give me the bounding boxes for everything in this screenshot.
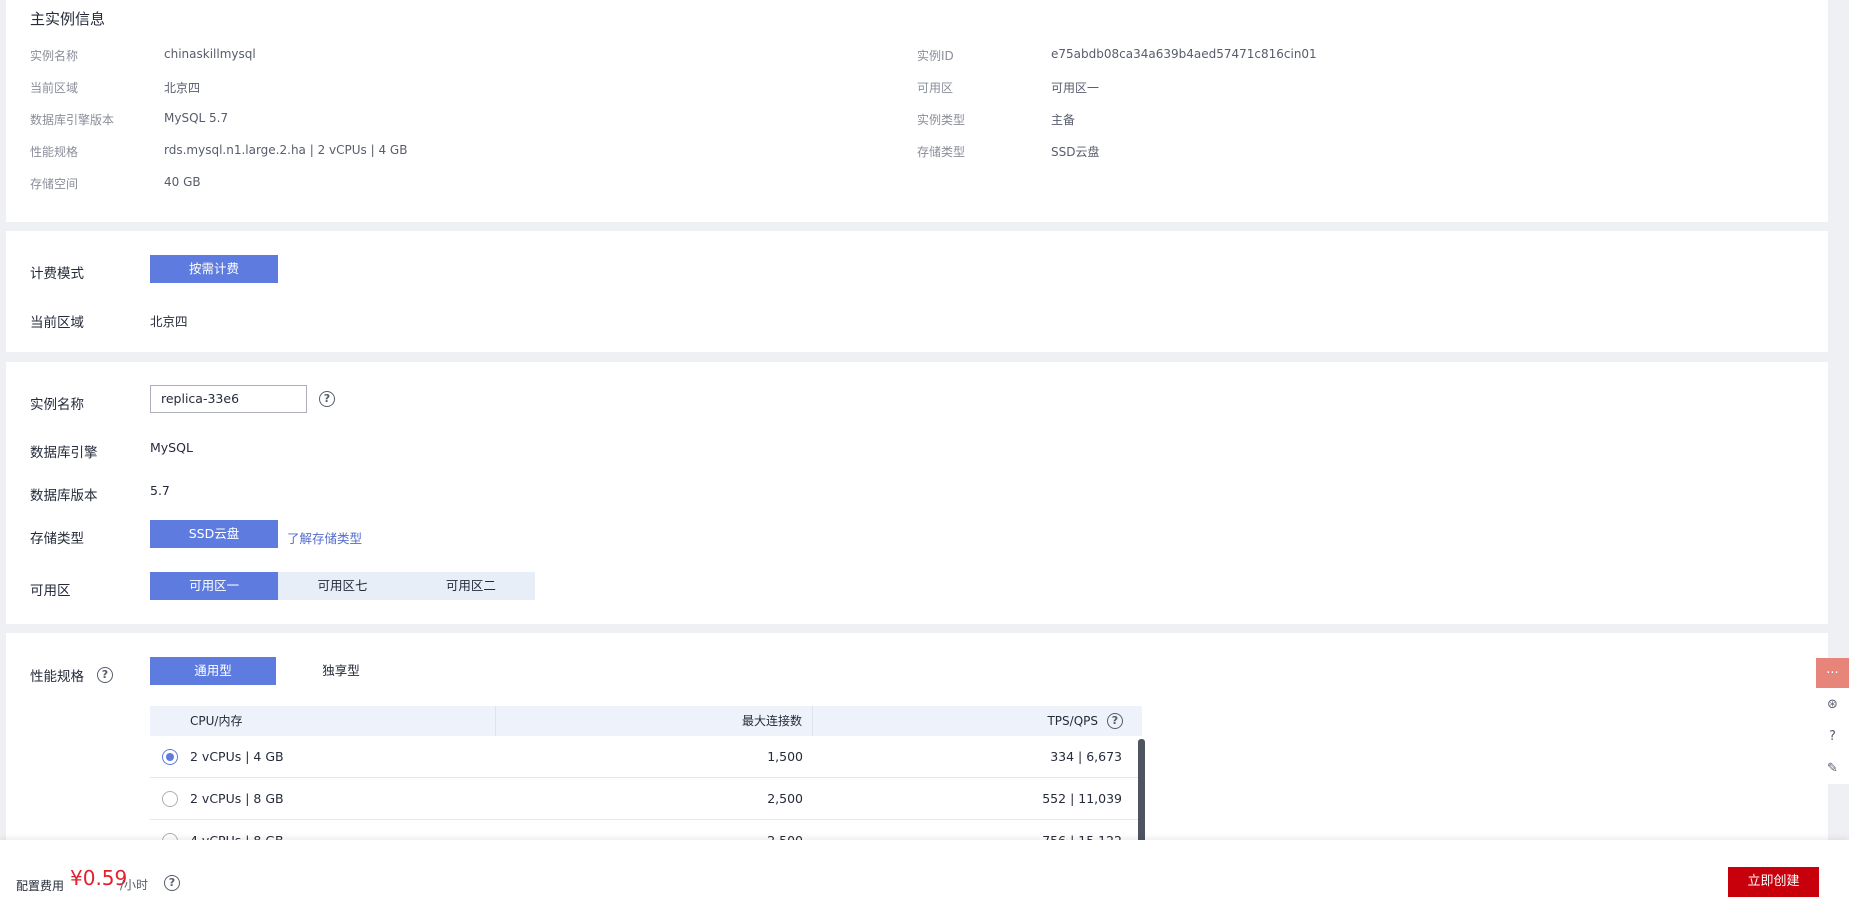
info-value-engine-version: MySQL 5.7: [164, 111, 229, 125]
info-value-instance-name: chinaskillmysql: [164, 47, 256, 61]
az-segmented-control: 可用区一 可用区七 可用区二: [150, 572, 535, 600]
info-value-spec: rds.mysql.n1.large.2.ha | 2 vCPUs | 4 GB: [164, 143, 408, 157]
spec-cpu-value: 2 vCPUs | 4 GB: [190, 749, 284, 764]
info-label-storage-type: 存储类型: [917, 145, 966, 159]
customer-service-icon[interactable]: ⊛: [1816, 688, 1849, 720]
price-unit: /小时: [120, 878, 149, 892]
info-label-instance-name: 实例名称: [30, 49, 79, 63]
info-label-instance-type: 实例类型: [917, 113, 966, 127]
az-option-7[interactable]: 可用区七: [278, 572, 406, 600]
engine-value: MySQL: [150, 440, 193, 455]
spec-conn-value: 2,500: [767, 791, 803, 806]
spec-cpu-cell: 2 vCPUs | 8 GB: [150, 790, 496, 807]
info-label-engine-version: 数据库引擎版本: [30, 113, 115, 127]
storage-type-label: 存储类型: [30, 531, 84, 547]
billing-card: 计费模式 按需计费 当前区域 北京四: [6, 231, 1828, 352]
info-value-region: 北京四: [164, 81, 201, 95]
storage-ssd-button[interactable]: SSD云盘: [150, 520, 278, 548]
az-option-2[interactable]: 可用区二: [407, 572, 535, 600]
spec-tps-value: 552 | 11,039: [1042, 791, 1122, 806]
question-icon[interactable]: ?: [1816, 720, 1849, 752]
spec-tab-dedicated[interactable]: 独享型: [276, 657, 406, 685]
price-help-icon[interactable]: ?: [164, 875, 180, 891]
az-label: 可用区: [30, 583, 71, 599]
info-value-az: 可用区一: [1051, 81, 1100, 95]
learn-storage-type-link[interactable]: 了解存储类型: [287, 528, 362, 547]
column-header-cpu-memory: CPU/内存: [150, 706, 496, 736]
edit-icon[interactable]: ✎: [1816, 752, 1849, 784]
spec-tab-general[interactable]: 通用型: [150, 657, 276, 685]
info-label-region: 当前区域: [30, 81, 79, 95]
table-row[interactable]: 2 vCPUs | 8 GB 2,500 552 | 11,039: [150, 778, 1142, 820]
primary-instance-info-card: 主实例信息 实例名称 chinaskillmysql 当前区域 北京四 数据库引…: [6, 0, 1828, 222]
instance-name-help-icon[interactable]: ?: [319, 391, 335, 407]
billing-region-label: 当前区域: [30, 315, 84, 331]
spec-tps-value: 334 | 6,673: [1050, 749, 1122, 764]
spec-table-scrollbar[interactable]: [1138, 739, 1145, 849]
column-header-tps-qps: TPS/QPS ?: [813, 706, 1142, 736]
az-option-1[interactable]: 可用区一: [150, 572, 279, 600]
spec-radio[interactable]: [162, 748, 178, 765]
column-header-tps-qps-label: TPS/QPS: [1047, 714, 1098, 728]
instance-name-input[interactable]: replica-33e6: [150, 385, 307, 413]
spec-table: CPU/内存 最大连接数 TPS/QPS ? 2 vCPUs | 4 GB 1,…: [150, 706, 1142, 862]
price-value: ¥0.59: [70, 866, 128, 890]
version-label: 数据库版本: [30, 488, 98, 504]
column-header-max-connections: 最大连接数: [496, 706, 813, 736]
chat-icon[interactable]: ···: [1816, 658, 1849, 688]
primary-info-title: 主实例信息: [30, 10, 106, 28]
spec-label: 性能规格: [30, 669, 84, 685]
billing-mode-label: 计费模式: [30, 266, 84, 282]
instance-config-card: 实例名称 replica-33e6 ? 数据库引擎 MySQL 数据库版本 5.…: [6, 362, 1828, 624]
spec-table-header: CPU/内存 最大连接数 TPS/QPS ?: [150, 706, 1142, 736]
info-value-storage: 40 GB: [164, 175, 201, 189]
spec-conn-value: 1,500: [767, 749, 803, 764]
footer-bar: 配置费用 ¥0.59 /小时 ? 立即创建: [0, 840, 1849, 909]
info-value-instance-type: 主备: [1051, 113, 1076, 127]
config-fee-label: 配置费用: [16, 879, 65, 893]
create-now-button[interactable]: 立即创建: [1728, 867, 1819, 897]
instance-name-label: 实例名称: [30, 397, 84, 413]
info-value-instance-id: e75abdb08ca34a639b4aed57471c816cin01: [1051, 47, 1317, 61]
spec-help-icon[interactable]: ?: [97, 667, 113, 683]
billing-mode-on-demand-button[interactable]: 按需计费: [150, 255, 278, 283]
version-value: 5.7: [150, 483, 170, 498]
spec-radio[interactable]: [162, 790, 178, 807]
info-label-spec: 性能规格: [30, 145, 79, 159]
info-label-storage: 存储空间: [30, 177, 79, 191]
engine-label: 数据库引擎: [30, 445, 98, 461]
tps-qps-help-icon[interactable]: ?: [1107, 713, 1123, 729]
billing-region-value: 北京四: [150, 314, 188, 329]
info-value-storage-type: SSD云盘: [1051, 145, 1100, 159]
floating-toolbar: ··· ⊛ ? ✎: [1816, 658, 1849, 784]
spec-cpu-value: 2 vCPUs | 8 GB: [190, 791, 284, 806]
spec-cpu-cell: 2 vCPUs | 4 GB: [150, 748, 496, 765]
info-label-instance-id: 实例ID: [917, 49, 954, 63]
info-label-az: 可用区: [917, 81, 954, 95]
table-row[interactable]: 2 vCPUs | 4 GB 1,500 334 | 6,673: [150, 736, 1142, 778]
